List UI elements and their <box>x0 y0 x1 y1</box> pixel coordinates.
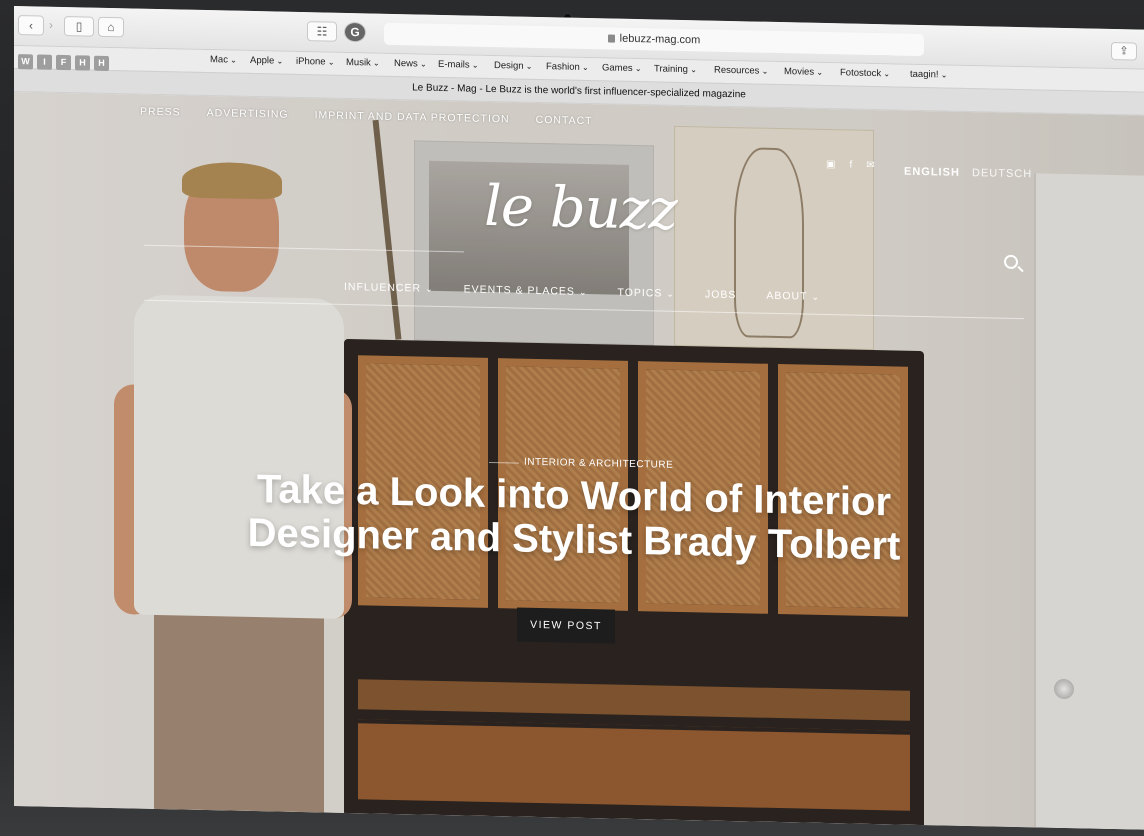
nav-press-link[interactable]: PRESS <box>140 106 181 119</box>
nav-events-places[interactable]: EVENTS & PLACES ⌄ <box>464 283 588 298</box>
share-button[interactable]: ⇪ <box>1111 41 1137 61</box>
post-headline[interactable]: Take a Look into World of Interior Desig… <box>244 467 904 569</box>
extension-i-button[interactable]: I <box>37 54 52 70</box>
url-text: lebuzz-mag.com <box>619 32 701 47</box>
chevron-down-icon: ⌄ <box>811 291 821 302</box>
twitter-icon[interactable]: ✉ <box>866 160 874 171</box>
facebook-icon[interactable]: f <box>849 160 852 171</box>
back-button[interactable]: ‹ <box>18 15 44 36</box>
nav-about[interactable]: ABOUT ⌄ <box>766 290 820 303</box>
favorite-news[interactable]: News <box>394 58 427 70</box>
chevron-down-icon: ⌄ <box>578 286 588 298</box>
browser-window: ‹ › ▯ ⌂ ☷ G 🔊 ↻ ⇪ lebuzz-mag.com Mac App… <box>14 6 1144 830</box>
site-logo[interactable]: le buzz <box>484 174 677 243</box>
nav-about-label: ABOUT <box>766 289 808 303</box>
favorite-fotostock[interactable]: Fotostock <box>840 67 890 79</box>
grammarly-icon: G <box>350 25 360 40</box>
sidebar-icon: ▯ <box>75 19 83 34</box>
favorite-musik[interactable]: Musik <box>346 57 380 69</box>
home-icon: ⌂ <box>107 19 115 35</box>
favorite-mac[interactable]: Mac <box>210 54 237 66</box>
language-english-link[interactable]: ENGLISH <box>904 166 960 179</box>
grammarly-extension-button[interactable]: G <box>344 21 366 43</box>
favorite-emails[interactable]: E-mails <box>438 59 479 71</box>
lock-icon <box>607 34 615 43</box>
favorite-training[interactable]: Training <box>654 63 697 75</box>
nav-topics[interactable]: TOPICS ⌄ <box>617 287 674 300</box>
instagram-icon[interactable]: ▣ <box>826 159 835 170</box>
forward-button[interactable]: › <box>42 16 60 36</box>
tab-overview-button[interactable]: ☷ <box>307 21 337 42</box>
share-icon: ⇪ <box>1119 45 1129 58</box>
extension-h2-button[interactable]: H <box>94 55 109 71</box>
extension-w-button[interactable]: W <box>18 54 33 70</box>
web-page: PRESS ADVERTISING IMPRINT AND DATA PROTE… <box>14 92 1144 830</box>
nav-influencer-label: INFLUENCER <box>344 280 422 295</box>
forward-icon: › <box>49 17 53 32</box>
nav-jobs-label: JOBS <box>704 288 737 302</box>
favorite-movies[interactable]: Movies <box>784 66 823 78</box>
social-links: ▣ f ✉ <box>826 159 875 171</box>
favorite-design[interactable]: Design <box>494 60 533 72</box>
language-deutsch-link[interactable]: DEUTSCH <box>972 167 1032 180</box>
favorite-iphone[interactable]: iPhone <box>296 56 335 68</box>
nav-events-label: EVENTS & PLACES <box>463 283 575 298</box>
nav-topics-label: TOPICS <box>617 286 663 300</box>
nav-advertising-link[interactable]: ADVERTISING <box>207 107 289 121</box>
home-button[interactable]: ⌂ <box>98 16 124 38</box>
extension-h-button[interactable]: H <box>75 55 90 71</box>
back-icon: ‹ <box>29 18 33 33</box>
favorite-games[interactable]: Games <box>602 62 642 74</box>
favorite-resources[interactable]: Resources <box>714 65 768 77</box>
chevron-down-icon: ⌄ <box>425 283 434 294</box>
extension-f-button[interactable]: F <box>56 54 71 71</box>
nav-jobs[interactable]: JOBS <box>705 288 736 301</box>
nav-contact-link[interactable]: CONTACT <box>536 114 593 127</box>
favorite-apple[interactable]: Apple <box>250 55 283 67</box>
search-icon[interactable] <box>1004 254 1018 270</box>
chevron-down-icon: ⌄ <box>666 288 675 299</box>
favorite-taagin[interactable]: taagin! <box>910 69 947 81</box>
extension-buttons: W I F H H <box>18 54 109 71</box>
view-post-button[interactable]: VIEW POST <box>517 607 615 644</box>
nav-influencer[interactable]: INFLUENCER ⌄ <box>344 281 434 295</box>
grid-icon: ☷ <box>316 24 328 39</box>
sidebar-button[interactable]: ▯ <box>64 16 94 37</box>
favorite-fashion[interactable]: Fashion <box>546 61 589 73</box>
nav-imprint-link[interactable]: IMPRINT AND DATA PROTECTION <box>315 109 510 125</box>
